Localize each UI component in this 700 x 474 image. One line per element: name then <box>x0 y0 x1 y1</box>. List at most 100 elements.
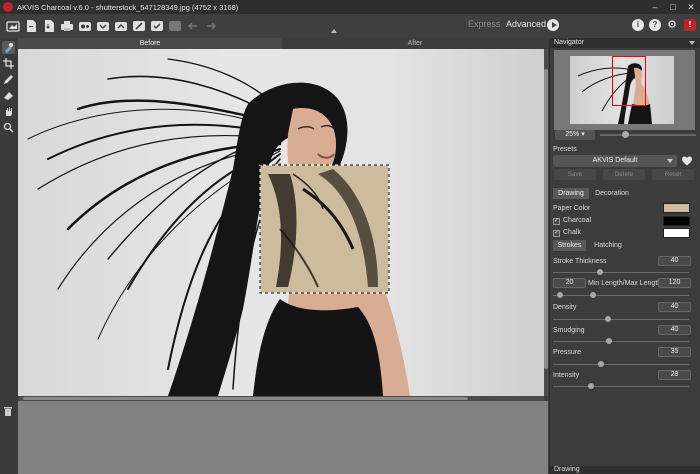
notifications-icon[interactable]: ! <box>684 19 696 31</box>
min-max-length-track[interactable] <box>553 295 689 296</box>
preview-area[interactable] <box>259 164 390 294</box>
max-length-value[interactable]: 120 <box>658 278 691 288</box>
pressure-label: Pressure <box>553 349 582 356</box>
stroke-thickness-label: Stroke Thickness <box>553 258 607 265</box>
paper-color-swatch[interactable] <box>663 203 690 213</box>
brush-icon[interactable] <box>131 18 147 34</box>
tab-strokes[interactable]: Strokes <box>553 240 586 251</box>
zoom-combo[interactable]: 25% ▾ <box>555 130 595 140</box>
bottom-drawing-tab[interactable]: Drawing <box>550 466 700 474</box>
hand-tool-icon[interactable] <box>2 105 15 118</box>
home-icon[interactable] <box>5 18 21 34</box>
collapse-toolbar-icon[interactable] <box>331 29 337 33</box>
chevron-down-icon <box>667 159 673 163</box>
crop-tool-icon[interactable] <box>2 57 15 70</box>
apply-icon[interactable] <box>149 18 165 34</box>
preset-delete-button[interactable]: Delete <box>603 169 645 180</box>
advanced-mode-button[interactable]: Advanced <box>506 19 546 29</box>
intensity-knob[interactable] <box>588 383 594 389</box>
presets-selected: AKVIS Default <box>592 157 638 164</box>
zoom-tool-icon[interactable] <box>2 121 15 134</box>
window-title: AKVIS Charcoal v.6.0 - shutterstock_5471… <box>17 2 239 12</box>
canvas-vertical-scrollbar[interactable] <box>544 49 548 396</box>
intensity-track[interactable] <box>553 386 689 387</box>
density-track[interactable] <box>553 319 689 320</box>
photo-woman-flying-hair <box>27 58 410 396</box>
preset-load-icon[interactable] <box>95 18 111 34</box>
smudging-label: Smudging <box>553 327 585 334</box>
charcoal-label: Charcoal <box>563 217 592 224</box>
navigator-title: Navigator <box>554 39 584 46</box>
settings-panel: Navigator 25% ▾ Presets AKVIS Default Sa <box>549 38 700 474</box>
close-icon[interactable]: ✕ <box>682 0 700 14</box>
tab-drawing[interactable]: Drawing <box>553 188 589 199</box>
chalk-color-swatch[interactable] <box>663 228 690 238</box>
zoom-slider-knob[interactable] <box>622 131 629 138</box>
vertical-scroll-thumb[interactable] <box>544 69 548 369</box>
pressure-track[interactable] <box>553 364 689 365</box>
navigator-view-rect[interactable] <box>612 56 646 106</box>
trash-icon[interactable] <box>3 406 13 416</box>
help-icon[interactable]: ? <box>649 19 661 31</box>
save-icon[interactable] <box>41 18 57 34</box>
preset-reset-button[interactable]: Reset <box>652 169 694 180</box>
intensity-label: Intensity <box>553 372 580 379</box>
maximize-icon[interactable]: □ <box>664 0 682 14</box>
settings-icon[interactable]: ⚙ <box>666 19 678 31</box>
share-icon[interactable] <box>167 18 183 34</box>
pressure-value[interactable]: 35 <box>658 347 691 357</box>
redo-icon[interactable] <box>203 18 219 34</box>
tab-after[interactable]: After <box>283 38 547 49</box>
preset-save-button[interactable]: Save <box>554 169 596 180</box>
eraser-tool-icon[interactable] <box>2 89 15 102</box>
stroke-thickness-knob[interactable] <box>597 269 603 275</box>
min-length-value[interactable]: 20 <box>553 278 586 288</box>
density-knob[interactable] <box>605 316 611 322</box>
print-icon[interactable] <box>59 18 75 34</box>
minimize-icon[interactable]: – <box>646 0 664 14</box>
min-max-length-label: Min Length/Max Length <box>588 280 662 287</box>
title-bar: AKVIS Charcoal v.6.0 - shutterstock_5471… <box>0 0 700 14</box>
tab-before[interactable]: Before <box>18 38 282 49</box>
intensity-value[interactable]: 28 <box>658 370 691 380</box>
max-length-knob[interactable] <box>590 292 596 298</box>
charcoal-checkbox[interactable]: ✓ <box>553 218 560 225</box>
presets-select[interactable]: AKVIS Default <box>553 155 677 167</box>
chalk-checkbox[interactable]: ✓ <box>553 230 560 237</box>
favorite-heart-icon[interactable] <box>681 155 693 167</box>
navigator-preview[interactable] <box>554 50 695 130</box>
horizontal-scroll-thumb[interactable] <box>23 397 468 400</box>
smudging-value[interactable]: 40 <box>658 325 691 335</box>
batch-icon[interactable] <box>77 18 93 34</box>
pressure-knob[interactable] <box>598 361 604 367</box>
undo-icon[interactable] <box>185 18 201 34</box>
zoom-slider-track[interactable] <box>600 134 696 136</box>
min-length-knob[interactable] <box>557 292 563 298</box>
filmstrip-area <box>18 401 548 474</box>
navigator-header[interactable]: Navigator <box>550 38 700 48</box>
smudging-knob[interactable] <box>606 338 612 344</box>
preview-tool-icon[interactable] <box>2 41 15 54</box>
paper-color-label: Paper Color <box>553 205 591 212</box>
run-processing-icon[interactable] <box>547 19 559 31</box>
smudging-track[interactable] <box>553 341 689 342</box>
express-mode-button[interactable]: Express <box>468 19 501 29</box>
stroke-thickness-value[interactable]: 40 <box>658 256 691 266</box>
presets-label: Presets <box>553 146 577 153</box>
pencil-tool-icon[interactable] <box>2 73 15 86</box>
charcoal-color-swatch[interactable] <box>663 216 690 226</box>
chevron-down-icon[interactable] <box>689 41 695 45</box>
preset-save-icon[interactable] <box>113 18 129 34</box>
chalk-label: Chalk <box>563 229 581 236</box>
image-canvas[interactable] <box>18 49 544 396</box>
info-icon[interactable]: i <box>632 19 644 31</box>
app-logo-icon <box>3 2 13 12</box>
tab-decoration[interactable]: Decoration <box>592 188 632 199</box>
open-file-icon[interactable] <box>23 18 39 34</box>
stroke-thickness-track[interactable] <box>553 272 689 273</box>
density-label: Density <box>553 304 577 311</box>
toolbar <box>0 14 700 38</box>
density-value[interactable]: 40 <box>658 302 691 312</box>
zoom-value: 25% <box>565 131 580 138</box>
tab-hatching[interactable]: Hatching <box>590 240 626 251</box>
